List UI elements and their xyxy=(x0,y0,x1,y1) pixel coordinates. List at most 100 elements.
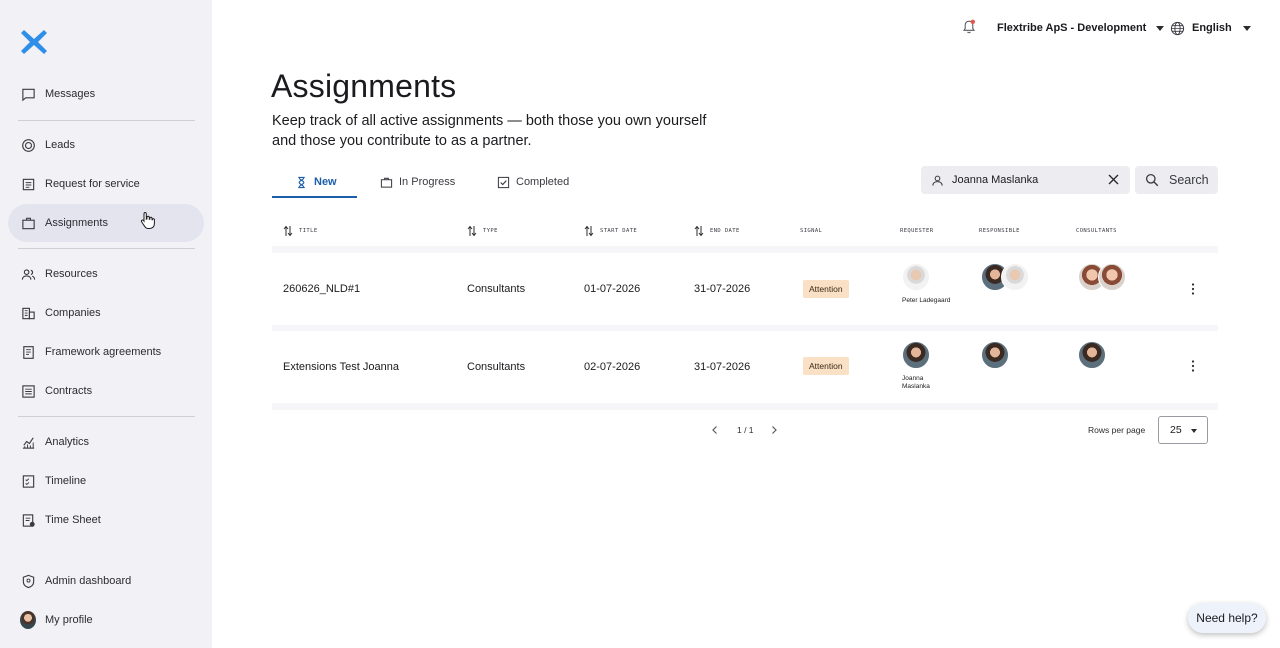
column-header-consultants: Consultants xyxy=(1076,228,1117,234)
requester-name: Maslanka xyxy=(902,383,930,390)
row-end-date: 31-07-2026 xyxy=(694,283,751,295)
sidebar-item-label: Admin dashboard xyxy=(45,575,132,587)
tab-label: In Progress xyxy=(399,176,456,188)
search-field[interactable] xyxy=(921,166,1130,194)
sidebar-item-admin-dashboard[interactable]: Admin dashboard xyxy=(8,562,204,600)
row-start-date: 02-07-2026 xyxy=(584,361,641,373)
avatar[interactable] xyxy=(1098,263,1126,291)
avatar[interactable] xyxy=(1001,263,1029,291)
sort-icon xyxy=(467,225,477,237)
sidebar-item-request-for-service[interactable]: Request for service xyxy=(8,165,204,203)
tab-label: New xyxy=(314,176,337,188)
column-header-signal: Signal xyxy=(800,228,823,234)
search-button-label: Search xyxy=(1169,173,1209,187)
chevron-down-icon xyxy=(1156,25,1165,31)
document-icon xyxy=(20,344,36,360)
chevron-down-icon xyxy=(1242,25,1251,31)
sidebar-item-label: Assignments xyxy=(45,217,108,229)
row-title: Extensions Test Joanna xyxy=(283,361,399,373)
avatar[interactable] xyxy=(1078,341,1106,369)
message-icon xyxy=(20,86,36,102)
tab-new[interactable]: New xyxy=(295,166,337,198)
sidebar-item-leads[interactable]: Leads xyxy=(8,126,204,164)
close-icon[interactable] xyxy=(1107,173,1120,186)
column-header-start-date[interactable]: Start date xyxy=(584,224,637,238)
sidebar-item-label: Analytics xyxy=(45,436,90,448)
page-title: Assignments xyxy=(271,68,457,104)
row-title: 260626_NLD#1 xyxy=(283,283,361,295)
sidebar-item-label: My profile xyxy=(45,614,93,626)
tab-completed[interactable]: Completed xyxy=(497,166,569,198)
user-icon xyxy=(932,175,943,186)
organization-name: Flextribe ApS - Development xyxy=(997,22,1147,34)
sidebar-divider xyxy=(18,120,195,121)
chevron-right-icon[interactable] xyxy=(769,425,779,435)
sidebar-item-companies[interactable]: Companies xyxy=(8,294,204,332)
search-icon xyxy=(1145,173,1159,187)
row-type: Consultants xyxy=(467,283,526,295)
sidebar-item-framework-agreements[interactable]: Framework agreements xyxy=(8,333,204,371)
shield-icon xyxy=(20,573,36,589)
hourglass-icon xyxy=(298,176,305,188)
sidebar-divider xyxy=(18,248,195,249)
language-selector[interactable]: English xyxy=(1170,19,1251,37)
sidebar: Messages Leads Request for service Assig… xyxy=(0,0,212,648)
timeline-icon xyxy=(20,473,36,489)
search-input[interactable] xyxy=(952,174,1102,186)
briefcase-icon xyxy=(20,215,36,231)
avatar[interactable] xyxy=(902,263,930,291)
sidebar-item-messages[interactable]: Messages xyxy=(8,75,204,113)
need-help-button[interactable]: Need help? xyxy=(1188,603,1266,633)
rows-per-page-select[interactable]: 25 xyxy=(1158,416,1208,444)
more-options-icon[interactable] xyxy=(1191,283,1195,295)
sidebar-item-label: Companies xyxy=(45,307,101,319)
building-icon xyxy=(20,305,36,321)
sidebar-item-my-profile[interactable]: My profile xyxy=(8,601,204,639)
timesheet-icon xyxy=(20,512,36,528)
sort-icon xyxy=(694,225,704,237)
notification-bell-icon[interactable] xyxy=(961,19,977,35)
sidebar-item-contracts[interactable]: Contracts xyxy=(8,372,204,410)
sidebar-divider xyxy=(18,416,195,417)
flextribe-logo[interactable] xyxy=(18,26,50,58)
need-help-label: Need help? xyxy=(1196,611,1258,625)
column-header-end-date[interactable]: End date xyxy=(694,224,740,238)
sidebar-item-label: Contracts xyxy=(45,385,93,397)
more-options-icon[interactable] xyxy=(1191,360,1195,372)
avatar xyxy=(20,611,36,629)
chart-icon xyxy=(20,434,36,450)
people-icon xyxy=(20,266,36,282)
sidebar-item-analytics[interactable]: Analytics xyxy=(8,423,204,461)
column-header-requester: Requester xyxy=(900,228,934,234)
search-button[interactable]: Search xyxy=(1135,166,1218,194)
briefcase-icon xyxy=(380,177,393,188)
sidebar-item-label: Framework agreements xyxy=(45,346,162,358)
sidebar-item-label: Messages xyxy=(45,88,96,100)
status-badge: Attention xyxy=(803,280,849,298)
sidebar-item-assignments[interactable]: Assignments xyxy=(8,204,204,242)
row-end-date: 31-07-2026 xyxy=(694,361,751,373)
column-header-responsible: Responsible xyxy=(979,228,1020,234)
column-header-title[interactable]: Title xyxy=(283,224,318,238)
page-subtitle: Keep track of all active assignments — b… xyxy=(272,113,707,149)
tab-in-progress[interactable]: In Progress xyxy=(380,166,455,198)
sidebar-item-label: Leads xyxy=(45,139,75,151)
sidebar-item-time-sheet[interactable]: Time Sheet xyxy=(8,501,204,539)
rows-per-page-value: 25 xyxy=(1170,424,1182,436)
sidebar-item-resources[interactable]: Resources xyxy=(8,255,204,293)
list-icon xyxy=(20,383,36,399)
avatar[interactable] xyxy=(981,341,1009,369)
organization-selector[interactable]: Flextribe ApS - Development xyxy=(997,20,1165,36)
sidebar-item-timeline[interactable]: Timeline xyxy=(8,462,204,500)
checkbox-icon xyxy=(497,176,510,188)
page-indicator: 1 / 1 xyxy=(737,425,754,435)
chevron-left-icon[interactable] xyxy=(710,425,720,435)
hand-cursor-icon xyxy=(140,211,155,229)
rows-per-page-label: Rows per page xyxy=(1088,425,1146,435)
chevron-down-icon xyxy=(1191,429,1197,433)
sidebar-item-label: Timeline xyxy=(45,475,87,487)
column-header-type[interactable]: Type xyxy=(467,224,498,238)
avatar[interactable] xyxy=(902,341,930,369)
sort-icon xyxy=(584,225,594,237)
sidebar-item-label: Time Sheet xyxy=(45,514,101,526)
